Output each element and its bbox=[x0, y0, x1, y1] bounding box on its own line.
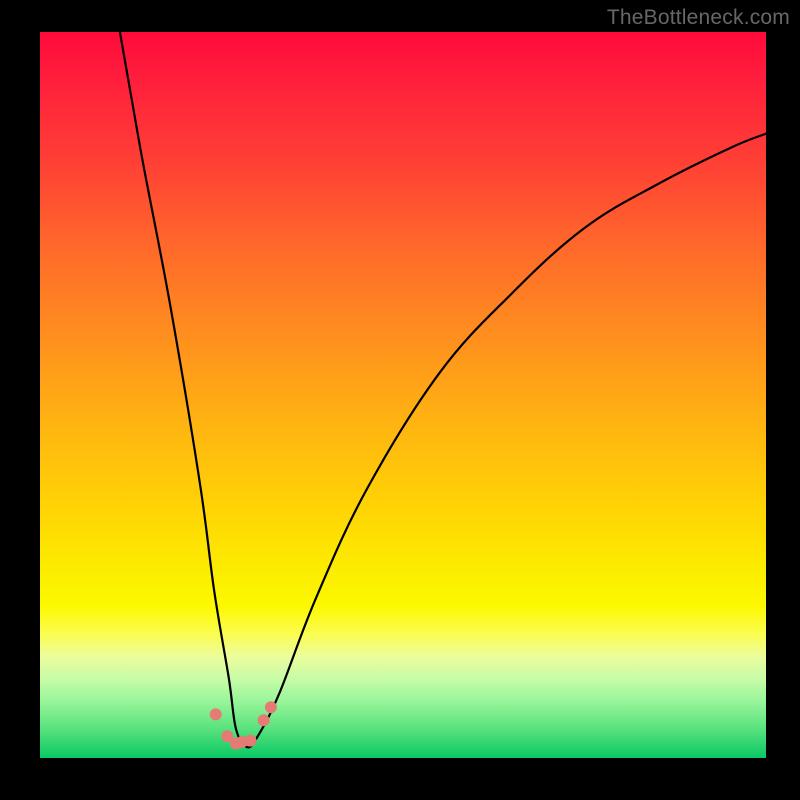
marker-group bbox=[210, 701, 277, 749]
plot-area bbox=[40, 32, 766, 758]
chart-stage: TheBottleneck.com bbox=[0, 0, 800, 800]
trough-marker bbox=[258, 714, 270, 726]
trough-marker bbox=[210, 708, 222, 720]
bottleneck-curve-path bbox=[120, 32, 766, 747]
chart-svg bbox=[40, 32, 766, 758]
trough-marker bbox=[265, 701, 277, 713]
trough-marker bbox=[245, 735, 257, 747]
watermark-text: TheBottleneck.com bbox=[607, 6, 790, 30]
